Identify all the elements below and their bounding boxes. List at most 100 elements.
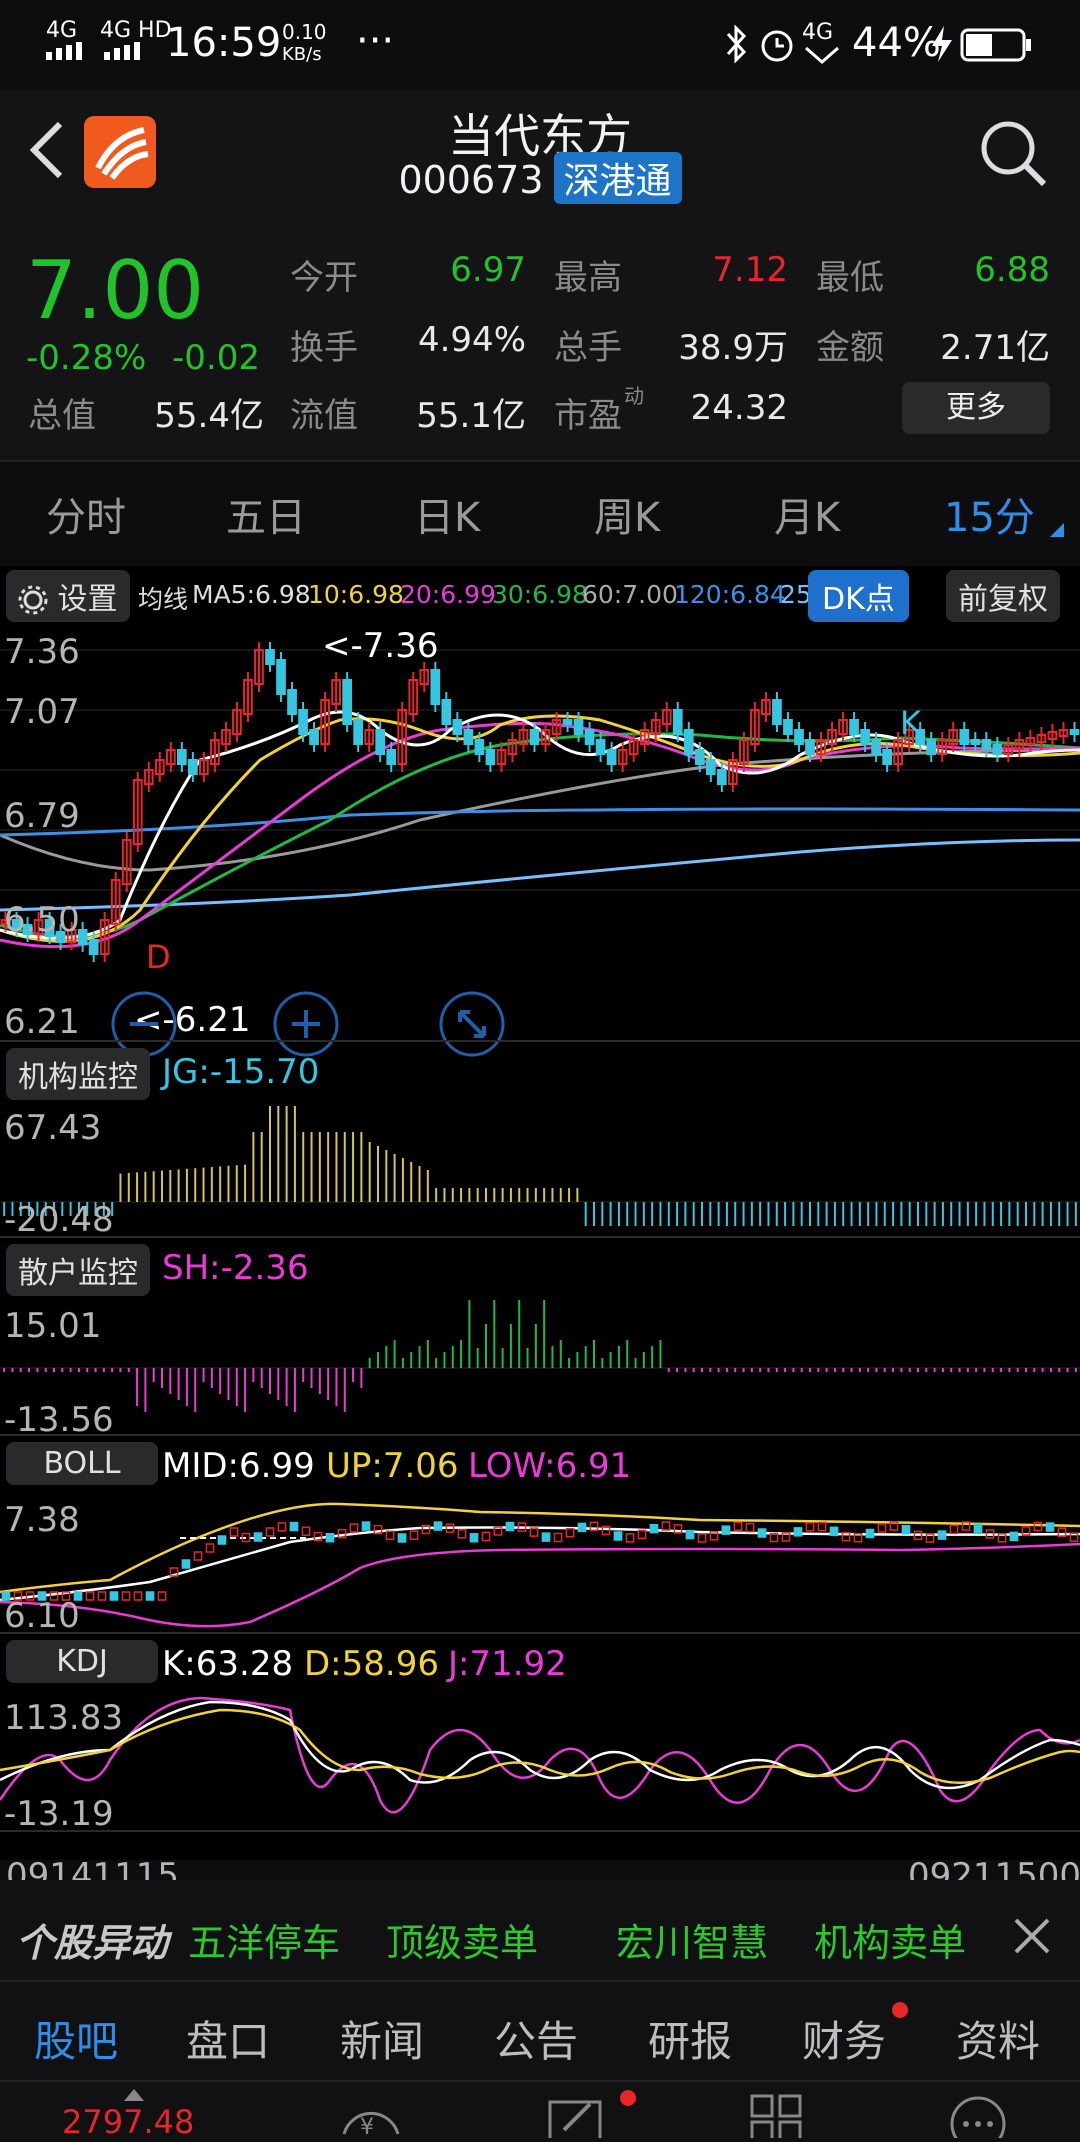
more-button[interactable]: 更多 — [902, 382, 1050, 434]
current-price: 7.00 — [26, 244, 205, 337]
candle-body — [386, 749, 397, 765]
boll-candle — [1045, 1522, 1055, 1532]
kdj-button[interactable]: KDJ — [6, 1640, 158, 1683]
notification-dot — [892, 2002, 908, 2018]
boll-candle — [721, 1525, 731, 1535]
grid-menu-icon[interactable] — [750, 2094, 804, 2142]
ticker-item-1[interactable]: 五洋停车 — [188, 1912, 340, 1967]
search-icon[interactable] — [978, 118, 1048, 192]
index-value[interactable]: 2797.48 — [62, 2106, 194, 2138]
boll-mid-line — [0, 1526, 1080, 1602]
ticker-item-3[interactable]: 宏川智慧 — [616, 1912, 768, 1967]
jg-chart[interactable] — [0, 1098, 1080, 1234]
candle-body — [783, 719, 793, 735]
kdj-d: D:58.96 — [304, 1644, 439, 1684]
tab-announcements[interactable]: 公告 — [494, 2008, 578, 2069]
candle-body — [88, 939, 99, 955]
amount-value: 2.71亿 — [940, 328, 1050, 368]
boll-candle — [901, 1524, 911, 1535]
ticker-item-4[interactable]: 机构卖单 — [814, 1912, 966, 1967]
jg-monitor-button[interactable]: 机构监控 — [6, 1048, 150, 1100]
boll-candle — [565, 1527, 575, 1538]
candle-body — [573, 719, 584, 735]
connect-badge[interactable]: 深港通 — [553, 152, 682, 204]
tab-five-day[interactable]: 五日 — [226, 485, 306, 543]
boll-candle — [157, 1591, 167, 1601]
dk-point-button[interactable]: DK点 — [808, 570, 909, 622]
close-icon[interactable] — [1012, 1916, 1052, 1960]
boll-chart[interactable] — [0, 1492, 1080, 1632]
tab-weekly-k[interactable]: 周K — [594, 485, 660, 543]
boll-candle — [253, 1532, 263, 1542]
tab-news[interactable]: 新闻 — [340, 2008, 424, 2069]
candle-body — [694, 749, 705, 765]
up-arrow-icon — [124, 2086, 144, 2105]
ma10-value: 10:6.98 — [308, 580, 404, 609]
volume-value: 38.9万 — [678, 328, 788, 368]
tab-daily-k[interactable]: 日K — [414, 485, 480, 543]
candle-body — [595, 739, 606, 755]
ticker-item-2[interactable]: 顶级卖单 — [386, 1912, 538, 1967]
trade-icon[interactable]: ¥ — [338, 2094, 404, 2142]
float-cap-value: 55.1亿 — [416, 396, 526, 436]
fullscreen-icon[interactable] — [438, 990, 506, 1062]
sh-chart[interactable] — [0, 1294, 1080, 1434]
candle-body — [794, 729, 804, 745]
kdj-top-label: 113.83 — [4, 1698, 123, 1738]
ma120-line — [0, 807, 1080, 837]
tab-dropdown-icon[interactable] — [1050, 522, 1064, 541]
candle-body — [1069, 729, 1080, 735]
tab-intraday[interactable]: 分时 — [46, 485, 126, 543]
divider — [0, 1236, 1080, 1238]
candle-body — [529, 729, 540, 745]
tab-15min[interactable]: 15分 — [944, 485, 1035, 543]
open-label: 今开 — [290, 258, 358, 298]
low-label: 最低 — [816, 258, 884, 298]
tab-orderbook[interactable]: 盘口 — [186, 2008, 270, 2069]
settings-button[interactable]: 设置 — [6, 570, 130, 622]
candle-body — [683, 729, 694, 755]
boll-button[interactable]: BOLL — [6, 1442, 158, 1485]
boll-candle — [121, 1591, 131, 1601]
jg-value: JG:-15.70 — [162, 1052, 320, 1092]
kdj-chart[interactable] — [0, 1690, 1080, 1830]
boll-candle — [397, 1533, 407, 1543]
divider — [0, 1434, 1080, 1436]
candle-body — [188, 759, 198, 775]
tab-finance[interactable]: 财务 — [802, 2008, 886, 2069]
sh-value: SH:-2.36 — [162, 1248, 309, 1288]
boll-candle — [937, 1530, 947, 1540]
kdj-bottom-label: -13.19 — [4, 1794, 114, 1834]
divider — [0, 1830, 1080, 1832]
candle-body — [441, 699, 452, 725]
candle-body — [452, 719, 463, 735]
boll-candle — [877, 1523, 887, 1533]
boll-candle — [805, 1522, 815, 1532]
candle-body — [705, 759, 716, 775]
kdj-k-line — [0, 1700, 1080, 1790]
candle-body — [672, 709, 683, 735]
edit-post-icon[interactable] — [546, 2094, 606, 2142]
boll-candle — [421, 1524, 431, 1535]
candle-body — [265, 649, 275, 665]
adjust-button[interactable]: 前复权 — [946, 570, 1060, 622]
tab-forum[interactable]: 股吧 — [34, 2008, 118, 2069]
open-value: 6.97 — [450, 250, 526, 290]
tab-profile[interactable]: 资料 — [956, 2008, 1040, 2069]
boll-candle — [745, 1522, 755, 1533]
change-percent: -0.28% — [26, 338, 147, 378]
turnover-label: 换手 — [290, 328, 358, 368]
candlestick-chart[interactable] — [0, 620, 1080, 1040]
more-menu-icon[interactable] — [948, 2094, 1008, 2142]
boll-candle — [829, 1526, 839, 1537]
boll-candle — [205, 1543, 215, 1553]
tab-research[interactable]: 研报 — [648, 2008, 732, 2069]
candle-body — [584, 729, 595, 745]
candles — [0, 642, 1080, 962]
boll-candle — [97, 1591, 107, 1601]
period-tabs — [0, 460, 1080, 570]
tab-monthly-k[interactable]: 月K — [774, 485, 840, 543]
retail-monitor-button[interactable]: 散户监控 — [6, 1244, 150, 1296]
candle-body — [992, 744, 1003, 755]
sh-top-label: 15.01 — [4, 1306, 102, 1346]
